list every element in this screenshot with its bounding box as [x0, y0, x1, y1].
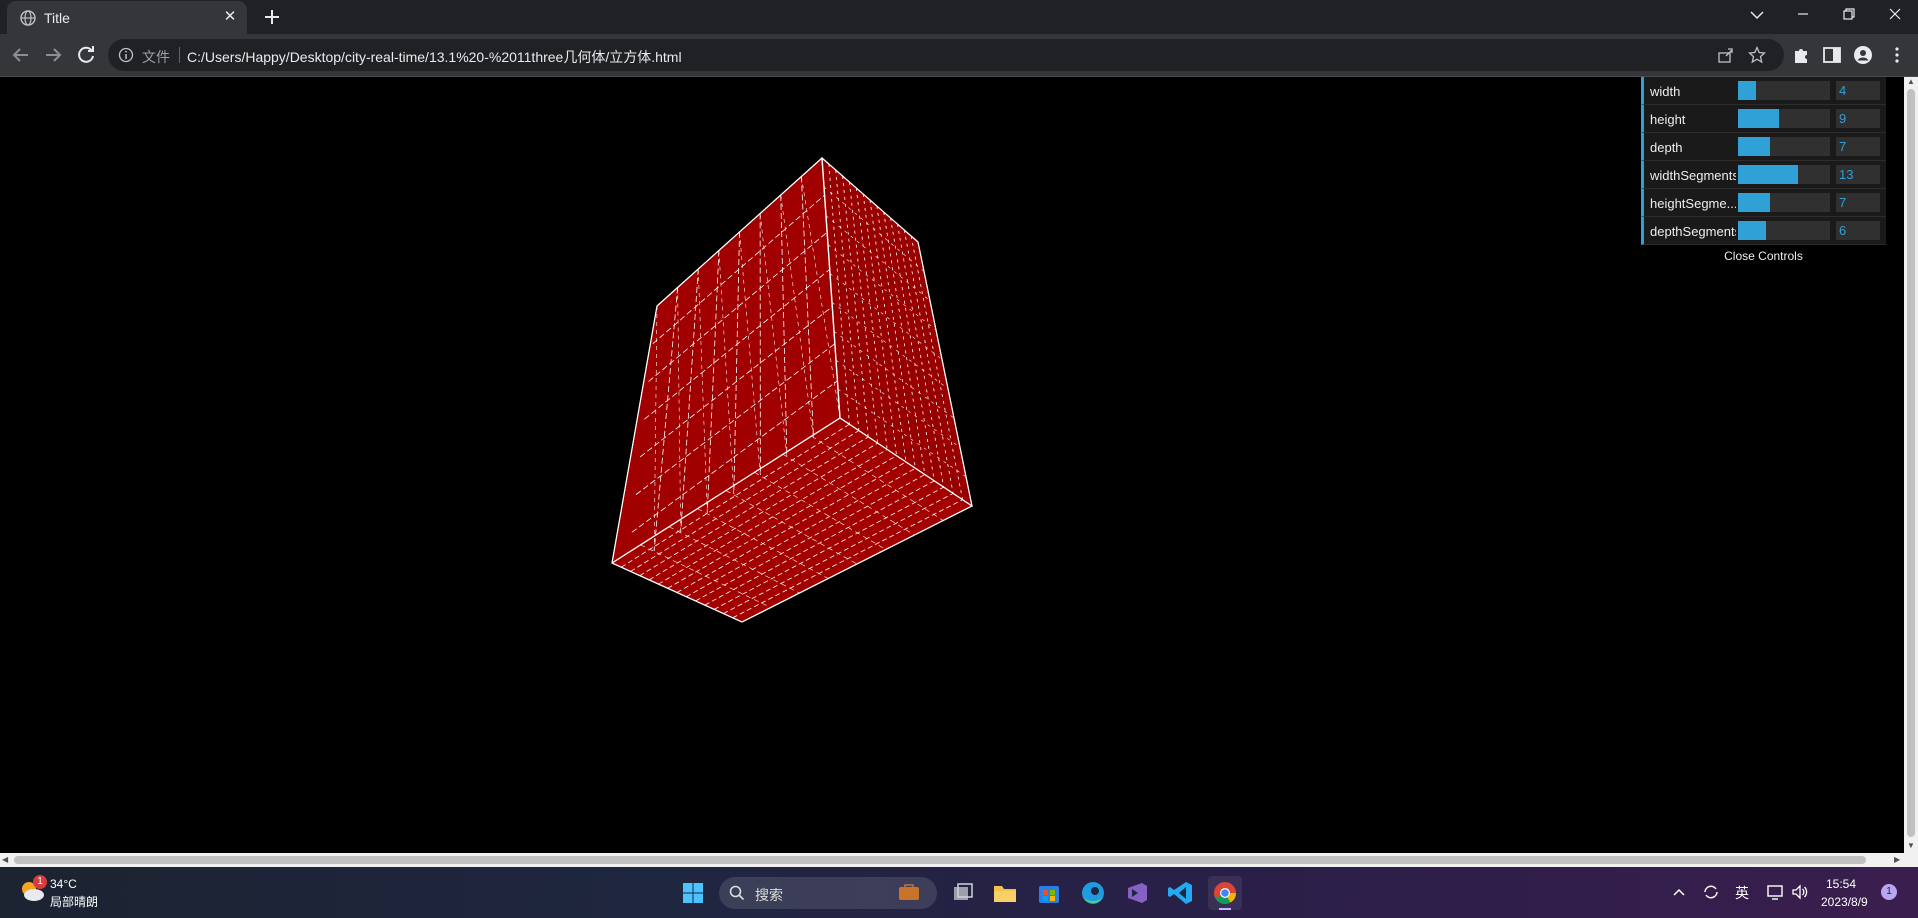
tab-title: Title — [44, 10, 70, 26]
close-controls-button[interactable]: Close Controls — [1641, 245, 1886, 267]
gui-slider[interactable] — [1738, 109, 1830, 128]
wireframe-box-mesh — [610, 156, 973, 623]
tray-overflow-chevron-icon[interactable] — [1672, 887, 1686, 897]
gui-number-input[interactable]: 7 — [1836, 193, 1880, 212]
gui-control-depthsegments: depthSegments 6 — [1641, 217, 1886, 245]
info-icon[interactable] — [118, 47, 134, 63]
gui-slider[interactable] — [1738, 165, 1830, 184]
gui-slider-fill — [1738, 81, 1756, 100]
gui-slider[interactable] — [1738, 137, 1830, 156]
gui-number-input[interactable]: 9 — [1836, 109, 1880, 128]
gui-control-heightsegme: heightSegme... 7 — [1641, 189, 1886, 217]
dat-gui-panel: width 4 height 9 depth 7 widthSegments 13 height… — [1641, 77, 1886, 267]
bookmark-star-icon[interactable] — [1748, 46, 1766, 64]
browser-toolbar: 文件 C:/Users/Happy/Desktop/city-real-time… — [0, 34, 1918, 77]
notification-badge[interactable]: 1 — [1881, 884, 1897, 900]
clock-date[interactable]: 2023/8/9 — [1821, 895, 1868, 909]
taskbar-search[interactable]: 搜索 — [719, 877, 937, 909]
gui-control-label: width — [1650, 84, 1681, 99]
network-icon[interactable] — [1766, 883, 1784, 901]
extensions-puzzle-icon[interactable] — [1791, 45, 1811, 65]
tab-search-chevron-icon[interactable] — [1734, 0, 1780, 30]
file-explorer-icon[interactable] — [988, 876, 1022, 910]
gui-number-input[interactable]: 13 — [1836, 165, 1880, 184]
windows-start-icon[interactable] — [676, 876, 710, 910]
search-highlight-icon — [899, 884, 919, 900]
url-text[interactable]: C:/Users/Happy/Desktop/city-real-time/13… — [187, 47, 682, 67]
share-icon[interactable] — [1717, 46, 1735, 64]
back-arrow-icon[interactable] — [9, 43, 33, 67]
tab-strip: Title ✕ — [0, 0, 1918, 34]
weather-condition[interactable]: 局部晴朗 — [50, 893, 98, 910]
gui-slider-fill — [1738, 165, 1798, 184]
vertical-scrollbar[interactable]: ▲ ▼ — [1904, 77, 1918, 853]
gui-control-label: depth — [1650, 140, 1683, 155]
reload-icon[interactable] — [74, 43, 98, 67]
visual-studio-icon[interactable] — [1120, 876, 1154, 910]
tab-close-icon[interactable]: ✕ — [221, 8, 239, 26]
forward-arrow-icon[interactable] — [41, 43, 65, 67]
weather-badge: 1 — [33, 875, 47, 889]
scroll-left-arrow-icon[interactable]: ◀ — [2, 855, 8, 864]
minimize-button[interactable] — [1780, 0, 1826, 30]
task-view-icon[interactable] — [946, 876, 980, 910]
gui-control-label: depthSegments — [1650, 224, 1736, 239]
search-icon — [729, 885, 745, 901]
gui-control-widthsegments: widthSegments 13 — [1641, 161, 1886, 189]
globe-icon — [20, 10, 36, 26]
gui-slider[interactable] — [1738, 193, 1830, 212]
gui-control-label: height — [1650, 112, 1686, 127]
gui-slider-fill — [1738, 137, 1770, 156]
address-divider — [179, 47, 180, 63]
side-panel-icon[interactable] — [1822, 45, 1842, 65]
ime-indicator[interactable]: 英 — [1735, 883, 1749, 903]
weather-temperature[interactable]: 34°C — [50, 877, 77, 891]
close-window-button[interactable] — [1872, 0, 1918, 30]
sync-icon[interactable] — [1702, 883, 1720, 901]
vertical-scroll-thumb[interactable] — [1907, 89, 1915, 837]
gui-slider-fill — [1738, 109, 1779, 128]
restore-button[interactable] — [1826, 0, 1872, 30]
clock-time[interactable]: 15:54 — [1826, 877, 1856, 891]
scroll-right-arrow-icon[interactable]: ▶ — [1894, 855, 1900, 864]
browser-tab[interactable]: Title ✕ — [7, 1, 247, 34]
chrome-browser-icon[interactable] — [1208, 876, 1242, 910]
gui-control-label: heightSegme... — [1650, 196, 1736, 211]
address-bar[interactable]: 文件 C:/Users/Happy/Desktop/city-real-time… — [108, 39, 1784, 71]
gui-number-input[interactable]: 4 — [1836, 81, 1880, 100]
gui-number-input[interactable]: 6 — [1836, 221, 1880, 240]
gui-slider-fill — [1738, 193, 1770, 212]
menu-kebab-icon[interactable] — [1887, 45, 1907, 65]
new-tab-button[interactable] — [261, 6, 283, 28]
search-label: 搜索 — [755, 887, 783, 903]
gui-slider[interactable] — [1738, 81, 1830, 100]
profile-avatar-icon[interactable] — [1853, 45, 1873, 65]
microsoft-store-icon[interactable] — [1032, 876, 1066, 910]
gui-control-depth: depth 7 — [1641, 133, 1886, 161]
file-scheme-label: 文件 — [142, 49, 170, 65]
scroll-down-arrow-icon[interactable]: ▼ — [1907, 841, 1915, 850]
vscode-icon[interactable] — [1164, 876, 1198, 910]
gui-control-height: height 9 — [1641, 105, 1886, 133]
gui-slider[interactable] — [1738, 221, 1830, 240]
scroll-up-arrow-icon[interactable]: ▲ — [1907, 77, 1915, 86]
gui-control-width: width 4 — [1641, 77, 1886, 105]
gui-control-label: widthSegments — [1650, 168, 1736, 183]
gui-slider-fill — [1738, 221, 1766, 240]
windows-taskbar: 1 34°C 局部晴朗 搜索 英 15:54 2023/8/9 1 — [0, 867, 1918, 918]
volume-icon[interactable] — [1791, 883, 1809, 901]
edge-browser-icon[interactable] — [1076, 876, 1110, 910]
horizontal-scroll-thumb[interactable] — [14, 856, 1866, 864]
webgl-canvas[interactable] — [0, 77, 1904, 853]
gui-number-input[interactable]: 7 — [1836, 137, 1880, 156]
horizontal-scrollbar[interactable]: ◀ ▶ — [0, 853, 1918, 867]
